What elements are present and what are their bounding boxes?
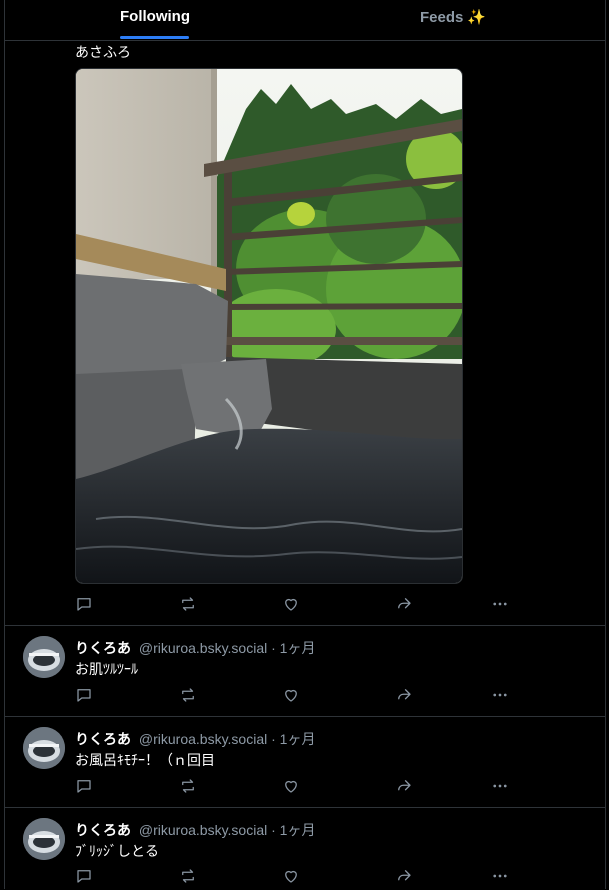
like-icon[interactable] bbox=[282, 686, 300, 704]
more-options-icon[interactable] bbox=[491, 777, 509, 795]
post-header: りくろあ @rikuroa.bsky.social · 1ヶ月 bbox=[75, 638, 315, 658]
post-divider bbox=[5, 716, 605, 717]
post-actions bbox=[75, 686, 515, 706]
author-handle[interactable]: @rikuroa.bsky.social bbox=[139, 640, 267, 656]
more-options-icon[interactable] bbox=[491, 686, 509, 704]
post-age[interactable]: 1ヶ月 bbox=[280, 640, 316, 656]
post-header: りくろあ @rikuroa.bsky.social · 1ヶ月 bbox=[75, 820, 315, 840]
meta-separator: · bbox=[271, 640, 276, 656]
active-tab-indicator bbox=[120, 36, 189, 39]
post-divider bbox=[5, 807, 605, 808]
post-actions bbox=[75, 867, 515, 887]
repost-icon[interactable] bbox=[179, 686, 197, 704]
post-actions bbox=[75, 595, 515, 615]
sparkle-icon: ✨ bbox=[467, 9, 487, 26]
tab-feeds[interactable]: Feeds ✨ bbox=[420, 8, 486, 26]
share-icon[interactable] bbox=[395, 867, 413, 885]
reply-icon[interactable] bbox=[75, 595, 93, 613]
meta-separator: · bbox=[271, 731, 276, 747]
avatar[interactable] bbox=[23, 818, 65, 860]
repost-icon[interactable] bbox=[179, 595, 197, 613]
meta-separator: · bbox=[271, 822, 276, 838]
more-options-icon[interactable] bbox=[491, 867, 509, 885]
share-icon[interactable] bbox=[395, 686, 413, 704]
avatar[interactable] bbox=[23, 727, 65, 769]
post-text: ﾌﾞﾘｯｼﾞしとる bbox=[75, 843, 159, 859]
post-text: お風呂ｷﾓﾁｰ！（ｎ回目 bbox=[75, 752, 215, 768]
tab-feeds-label: Feeds bbox=[420, 9, 464, 26]
author-handle[interactable]: @rikuroa.bsky.social bbox=[139, 822, 267, 838]
reply-icon[interactable] bbox=[75, 777, 93, 795]
post-divider bbox=[5, 625, 605, 626]
like-icon[interactable] bbox=[282, 777, 300, 795]
author-name[interactable]: りくろあ bbox=[75, 822, 131, 838]
repost-icon[interactable] bbox=[179, 777, 197, 795]
repost-icon[interactable] bbox=[179, 867, 197, 885]
share-icon[interactable] bbox=[395, 595, 413, 613]
author-name[interactable]: りくろあ bbox=[75, 640, 131, 656]
tab-following-label: Following bbox=[120, 8, 190, 25]
post-image[interactable] bbox=[75, 68, 463, 584]
post-text: あさふろ bbox=[75, 44, 131, 60]
like-icon[interactable] bbox=[282, 867, 300, 885]
post-header: りくろあ @rikuroa.bsky.social · 1ヶ月 bbox=[75, 729, 315, 749]
post-age[interactable]: 1ヶ月 bbox=[280, 822, 316, 838]
feed-column: Following Feeds ✨ あさふろ りくろあ @rikuroa.bsk… bbox=[4, 0, 606, 889]
avatar[interactable] bbox=[23, 636, 65, 678]
post-text: お肌ﾂﾙﾂｰﾙ bbox=[75, 661, 138, 677]
feed-tabs: Following Feeds ✨ bbox=[5, 0, 605, 41]
tab-following[interactable]: Following bbox=[120, 8, 190, 39]
reply-icon[interactable] bbox=[75, 686, 93, 704]
share-icon[interactable] bbox=[395, 777, 413, 795]
post-actions bbox=[75, 777, 515, 797]
post-age[interactable]: 1ヶ月 bbox=[280, 731, 316, 747]
reply-icon[interactable] bbox=[75, 867, 93, 885]
more-options-icon[interactable] bbox=[491, 595, 509, 613]
like-icon[interactable] bbox=[282, 595, 300, 613]
author-handle[interactable]: @rikuroa.bsky.social bbox=[139, 731, 267, 747]
author-name[interactable]: りくろあ bbox=[75, 731, 131, 747]
